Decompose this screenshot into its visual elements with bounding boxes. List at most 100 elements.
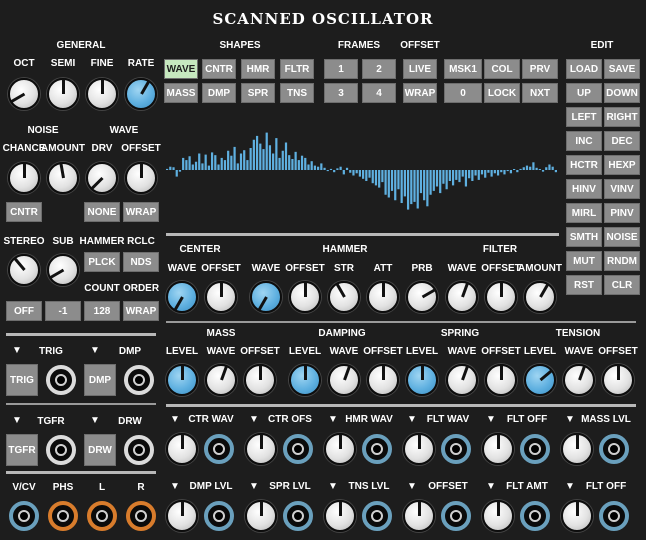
row-a-knob-0[interactable] bbox=[166, 281, 198, 313]
edit-hexp-button[interactable]: HEXP bbox=[604, 155, 640, 175]
row-a-knob-2[interactable] bbox=[250, 281, 282, 313]
row-b-knob-7[interactable] bbox=[446, 364, 478, 396]
frame-1-button[interactable]: 1 bbox=[324, 59, 358, 79]
cv-input-jack-dmp-lvl[interactable] bbox=[204, 501, 234, 531]
edit-right-button[interactable]: RIGHT bbox=[604, 107, 640, 127]
frame-2-button[interactable]: 2 bbox=[362, 59, 396, 79]
row-a-knob-7[interactable] bbox=[446, 281, 478, 313]
edit-noise-button[interactable]: NOISE bbox=[604, 227, 640, 247]
edit-save-button[interactable]: SAVE bbox=[604, 59, 640, 79]
edit-down-button[interactable]: DOWN bbox=[604, 83, 640, 103]
row-b-knob-11[interactable] bbox=[602, 364, 634, 396]
shape-tns-button[interactable]: TNS bbox=[280, 83, 314, 103]
edit-rndm-button[interactable]: RNDM bbox=[604, 251, 640, 271]
row-a-knob-4[interactable] bbox=[328, 281, 360, 313]
cv-input-jack-flt-off[interactable] bbox=[599, 501, 629, 531]
row-a-knob-5[interactable] bbox=[367, 281, 399, 313]
frame-4-button[interactable]: 4 bbox=[362, 83, 396, 103]
drw-jack[interactable] bbox=[124, 435, 154, 465]
plck-button[interactable]: PLCK bbox=[84, 252, 120, 272]
lock-button[interactable]: LOCK bbox=[484, 83, 520, 103]
edit-rst-button[interactable]: RST bbox=[566, 275, 602, 295]
frame-3-button[interactable]: 3 bbox=[324, 83, 358, 103]
row-b-knob-5[interactable] bbox=[367, 364, 399, 396]
row-b-knob-9[interactable] bbox=[524, 364, 556, 396]
order-wrap-button[interactable]: WRAP bbox=[123, 301, 159, 321]
edit-clr-button[interactable]: CLR bbox=[604, 275, 640, 295]
cv-attenuator-knob-ctr-ofs[interactable] bbox=[245, 433, 277, 465]
sub-knob[interactable] bbox=[47, 254, 79, 286]
row-b-knob-3[interactable] bbox=[289, 364, 321, 396]
zero-button[interactable]: 0 bbox=[444, 83, 482, 103]
cv-input-jack-mass-lvl[interactable] bbox=[599, 434, 629, 464]
edit-pinv-button[interactable]: PINV bbox=[604, 203, 640, 223]
cv-input-jack-flt-amt[interactable] bbox=[520, 501, 550, 531]
shape-fltr-button[interactable]: FLTR bbox=[280, 59, 314, 79]
dmp-jack[interactable] bbox=[124, 365, 154, 395]
cv-attenuator-knob-mass-lvl[interactable] bbox=[561, 433, 593, 465]
row-a-knob-8[interactable] bbox=[485, 281, 517, 313]
wave-none-button[interactable]: NONE bbox=[84, 202, 120, 222]
cv-attenuator-knob-flt-off[interactable] bbox=[561, 500, 593, 532]
semi-knob[interactable] bbox=[47, 78, 79, 110]
row-a-knob-6[interactable] bbox=[406, 281, 438, 313]
cv-attenuator-knob-offset[interactable] bbox=[403, 500, 435, 532]
row-b-knob-0[interactable] bbox=[166, 364, 198, 396]
vcv-jack[interactable] bbox=[9, 501, 39, 531]
edit-smth-button[interactable]: SMTH bbox=[566, 227, 602, 247]
cv-input-jack-ctr-ofs[interactable] bbox=[283, 434, 313, 464]
cv-input-jack-tns-lvl[interactable] bbox=[362, 501, 392, 531]
nds-button[interactable]: NDS bbox=[123, 252, 159, 272]
chance-knob[interactable] bbox=[8, 162, 40, 194]
trig-button[interactable]: TRIG bbox=[6, 364, 38, 396]
cv-attenuator-knob-flt-off[interactable] bbox=[482, 433, 514, 465]
drv-knob[interactable] bbox=[86, 162, 118, 194]
row-b-knob-4[interactable] bbox=[328, 364, 360, 396]
stereo-off-button[interactable]: OFF bbox=[6, 301, 42, 321]
edit-load-button[interactable]: LOAD bbox=[566, 59, 602, 79]
row-a-knob-1[interactable] bbox=[205, 281, 237, 313]
edit-inc-button[interactable]: INC bbox=[566, 131, 602, 151]
waveform-display[interactable] bbox=[166, 112, 558, 230]
row-b-knob-1[interactable] bbox=[205, 364, 237, 396]
wave-wrap-button[interactable]: WRAP bbox=[123, 202, 159, 222]
rate-knob[interactable] bbox=[125, 78, 157, 110]
shape-mass-button[interactable]: MASS bbox=[164, 83, 198, 103]
offset-live-button[interactable]: LIVE bbox=[403, 59, 437, 79]
col-button[interactable]: COL bbox=[484, 59, 520, 79]
edit-hinv-button[interactable]: HINV bbox=[566, 179, 602, 199]
drw-button[interactable]: DRW bbox=[84, 434, 116, 466]
count-128-button[interactable]: 128 bbox=[84, 301, 120, 321]
shape-cntr-button[interactable]: CNTR bbox=[202, 59, 236, 79]
r-output-jack[interactable] bbox=[126, 501, 156, 531]
shape-wave-button[interactable]: WAVE bbox=[164, 59, 198, 79]
edit-mirl-button[interactable]: MIRL bbox=[566, 203, 602, 223]
cv-attenuator-knob-tns-lvl[interactable] bbox=[324, 500, 356, 532]
edit-mut-button[interactable]: MUT bbox=[566, 251, 602, 271]
phs-output-jack[interactable] bbox=[48, 501, 78, 531]
l-output-jack[interactable] bbox=[87, 501, 117, 531]
row-a-knob-3[interactable] bbox=[289, 281, 321, 313]
cv-input-jack-flt-off[interactable] bbox=[520, 434, 550, 464]
edit-dec-button[interactable]: DEC bbox=[604, 131, 640, 151]
cv-input-jack-spr-lvl[interactable] bbox=[283, 501, 313, 531]
cv-attenuator-knob-dmp-lvl[interactable] bbox=[166, 500, 198, 532]
sub-minus1-button[interactable]: -1 bbox=[45, 301, 81, 321]
trig-jack[interactable] bbox=[46, 365, 76, 395]
row-b-knob-6[interactable] bbox=[406, 364, 438, 396]
edit-up-button[interactable]: UP bbox=[566, 83, 602, 103]
cv-input-jack-hmr-wav[interactable] bbox=[362, 434, 392, 464]
edit-left-button[interactable]: LEFT bbox=[566, 107, 602, 127]
cv-attenuator-knob-ctr-wav[interactable] bbox=[166, 433, 198, 465]
cv-attenuator-knob-hmr-wav[interactable] bbox=[324, 433, 356, 465]
cv-input-jack-offset[interactable] bbox=[441, 501, 471, 531]
row-b-knob-10[interactable] bbox=[563, 364, 595, 396]
dmp-button[interactable]: DMP bbox=[84, 364, 116, 396]
cv-attenuator-knob-spr-lvl[interactable] bbox=[245, 500, 277, 532]
offset-wrap-button[interactable]: WRAP bbox=[403, 83, 437, 103]
noise-cntr-button[interactable]: CNTR bbox=[6, 202, 42, 222]
row-b-knob-2[interactable] bbox=[244, 364, 276, 396]
msk1-button[interactable]: MSK1 bbox=[444, 59, 482, 79]
shape-spr-button[interactable]: SPR bbox=[241, 83, 275, 103]
shape-hmr-button[interactable]: HMR bbox=[241, 59, 275, 79]
